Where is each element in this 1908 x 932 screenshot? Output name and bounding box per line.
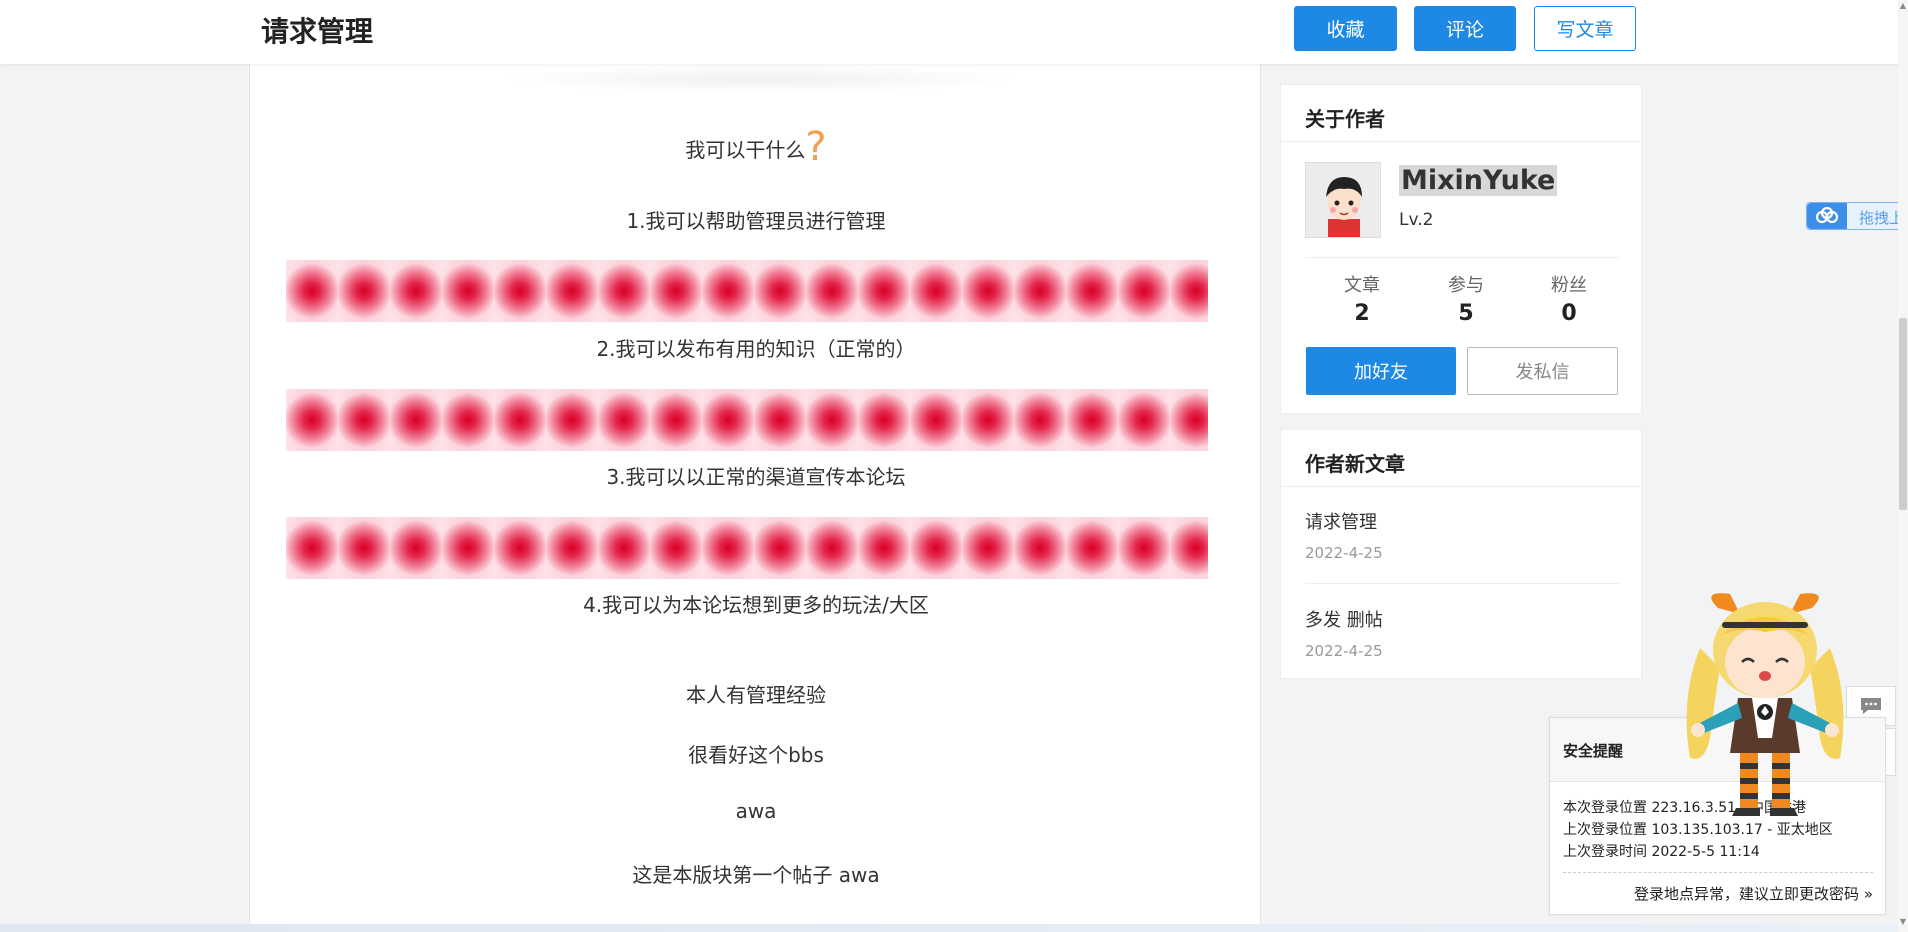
list-item: 1.我可以帮助管理员进行管理 [626, 209, 886, 233]
mascot-character[interactable] [1660, 588, 1870, 818]
post-date: 2022-4-25 [1305, 642, 1383, 660]
stat-label: 文章 [1344, 275, 1380, 296]
question-line: 我可以干什么? [250, 124, 1262, 170]
drag-upload-tab[interactable]: 拖拽上传 [1806, 202, 1908, 230]
divider [1305, 257, 1619, 258]
list-item: 3.我可以以正常的渠道宣传本论坛 [606, 465, 906, 489]
top-header: 请求管理 收藏 评论 写文章 [0, 0, 1898, 64]
image-shadow [500, 64, 1020, 94]
paragraph: 很看好这个bbs [688, 743, 824, 767]
stat-articles[interactable]: 文章 2 [1317, 271, 1407, 326]
article-body: 我可以干什么? 1.我可以帮助管理员进行管理 2.我可以发布有用的知识（正常的）… [249, 64, 1261, 924]
stat-value: 5 [1458, 301, 1474, 326]
avatar-image [1306, 163, 1380, 237]
change-password-link[interactable]: 登录地点异常，建议立即更改密码 » [1634, 883, 1873, 904]
stat-label: 参与 [1448, 275, 1484, 296]
login-info-line: 上次登录时间 2022-5-5 11:14 [1563, 844, 1760, 860]
divider [1563, 872, 1873, 873]
scrollbar-thumb[interactable] [1899, 318, 1907, 510]
stat-label: 粉丝 [1551, 275, 1587, 296]
divider [1281, 141, 1641, 142]
popup-title: 安全提醒 [1563, 742, 1624, 760]
post-link[interactable]: 多发 删帖 [1305, 606, 1383, 632]
author-card: 关于作者 MixinYuke Lv.2 文章 2 参与 5 粉丝 0 加好友 发… [1280, 84, 1642, 414]
question-mark: ? [805, 124, 827, 170]
list-item: 4.我可以为本论坛想到更多的玩法/大区 [583, 593, 929, 617]
post-link[interactable]: 请求管理 [1305, 508, 1377, 534]
send-message-button[interactable]: 发私信 [1467, 347, 1618, 395]
decorative-divider [286, 260, 1208, 322]
cloud-icon [1807, 203, 1847, 229]
list-item: 2.我可以发布有用的知识（正常的） [596, 337, 916, 361]
comment-button[interactable]: 评论 [1414, 6, 1516, 51]
stat-followers[interactable]: 粉丝 0 [1524, 271, 1614, 326]
bottom-bar [0, 924, 1898, 932]
login-info-line: 上次登录位置 103.135.103.17 - 亚太地区 [1563, 822, 1833, 838]
divider [1305, 583, 1619, 584]
paragraph: 本人有管理经验 [686, 683, 826, 707]
stat-participation[interactable]: 参与 5 [1421, 271, 1511, 326]
write-article-button[interactable]: 写文章 [1534, 6, 1636, 51]
scroll-up-arrow[interactable]: ▲ [1899, 2, 1907, 10]
author-name[interactable]: MixinYuke [1399, 165, 1558, 196]
favorite-button[interactable]: 收藏 [1294, 6, 1397, 51]
card-title: 作者新文章 [1305, 452, 1405, 476]
add-friend-button[interactable]: 加好友 [1306, 347, 1456, 395]
paragraph: awa [735, 799, 777, 823]
stat-value: 0 [1561, 301, 1577, 326]
card-title: 关于作者 [1305, 107, 1385, 131]
post-date: 2022-4-25 [1305, 544, 1383, 562]
avatar[interactable] [1305, 162, 1381, 238]
decorative-divider [286, 517, 1208, 579]
paragraph: 这是本版块第一个帖子 awa [632, 863, 880, 887]
page-title: 请求管理 [261, 15, 374, 48]
stat-value: 2 [1354, 301, 1370, 326]
question-text: 我可以干什么 [685, 138, 806, 162]
decorative-divider [286, 389, 1208, 451]
divider [1281, 486, 1641, 487]
scroll-down-arrow[interactable]: ▼ [1899, 918, 1907, 926]
author-new-posts-card: 作者新文章 请求管理 2022-4-25 多发 删帖 2022-4-25 [1280, 429, 1642, 679]
author-level: Lv.2 [1399, 210, 1434, 230]
